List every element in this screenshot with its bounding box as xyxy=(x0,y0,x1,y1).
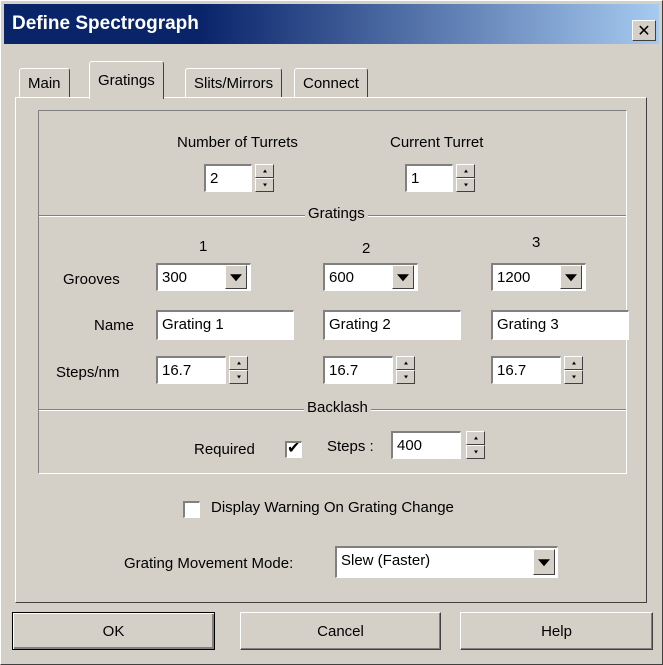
tab-slits-mirrors[interactable]: Slits/Mirrors xyxy=(185,68,283,98)
spin-up-icon xyxy=(236,361,241,365)
steps-per-nm-spinner-3[interactable] xyxy=(564,356,583,384)
backlash-steps-spinner[interactable] xyxy=(466,431,485,459)
steps-per-nm-label: Steps/nm xyxy=(56,364,120,381)
define-spectrograph-dialog: Define Spectrograph ✕ Main Gratings Slit… xyxy=(0,0,663,665)
tab-connect[interactable]: Connect xyxy=(294,68,368,98)
tab-gratings[interactable]: Gratings xyxy=(89,61,164,99)
spin-up-button[interactable] xyxy=(466,431,485,445)
steps-per-nm-input-2[interactable]: 16.7 xyxy=(323,356,393,384)
grooves-dropdown-button-1[interactable] xyxy=(225,265,247,289)
checkmark-icon: ✔ xyxy=(287,440,301,457)
current-turret-spinner[interactable] xyxy=(456,164,475,192)
tab-connect-label: Connect xyxy=(303,75,359,92)
grooves-select-3-value: 1200 xyxy=(497,269,531,286)
spin-down-button[interactable] xyxy=(564,370,583,384)
chevron-down-icon xyxy=(565,274,577,282)
gratings-section-label: Gratings xyxy=(305,205,368,222)
tab-gratings-label: Gratings xyxy=(98,72,155,89)
close-icon: ✕ xyxy=(637,22,651,40)
spin-down-icon xyxy=(236,375,241,379)
grooves-select-2-value: 600 xyxy=(329,269,355,286)
spin-down-button[interactable] xyxy=(396,370,415,384)
ok-button-label: OK xyxy=(102,622,125,640)
grating-column-1-header: 1 xyxy=(199,238,208,255)
steps-per-nm-spinner-2[interactable] xyxy=(396,356,415,384)
spin-down-button[interactable] xyxy=(229,370,248,384)
number-of-turrets-spinner[interactable] xyxy=(255,164,274,192)
chevron-down-icon xyxy=(397,274,409,282)
current-turret-label: Current Turret xyxy=(390,134,484,151)
spin-up-button[interactable] xyxy=(396,356,415,370)
movement-mode-dropdown-button[interactable] xyxy=(533,549,555,575)
grooves-select-1-value: 300 xyxy=(162,269,188,286)
grating-column-3-header: 3 xyxy=(532,234,541,251)
required-label: Required xyxy=(194,441,255,458)
display-warning-checkbox[interactable] xyxy=(183,501,200,518)
spin-up-icon xyxy=(571,361,576,365)
title-bar[interactable]: Define Spectrograph ✕ xyxy=(4,4,659,44)
spin-down-icon xyxy=(262,183,267,187)
gratings-group-box xyxy=(38,110,627,474)
current-turret-input[interactable]: 1 xyxy=(405,164,453,192)
grooves-dropdown-button-3[interactable] xyxy=(560,265,582,289)
ok-button[interactable]: OK xyxy=(12,612,215,650)
display-warning-label: Display Warning On Grating Change xyxy=(211,499,454,516)
spin-up-icon xyxy=(262,169,267,173)
tab-main[interactable]: Main xyxy=(19,68,70,98)
spin-down-icon xyxy=(463,183,468,187)
number-of-turrets-label: Number of Turrets xyxy=(177,134,298,151)
grooves-label: Grooves xyxy=(63,271,120,288)
tab-main-label: Main xyxy=(28,75,61,92)
grating-movement-mode-select[interactable]: Slew (Faster) xyxy=(335,546,558,578)
backlash-steps-input[interactable]: 400 xyxy=(391,431,461,459)
help-button-label: Help xyxy=(541,622,572,640)
spin-down-button[interactable] xyxy=(466,445,485,459)
tab-slits-mirrors-label: Slits/Mirrors xyxy=(194,75,274,92)
window-title: Define Spectrograph xyxy=(12,13,199,34)
spin-down-button[interactable] xyxy=(456,178,475,192)
steps-per-nm-input-1[interactable]: 16.7 xyxy=(156,356,226,384)
name-label: Name xyxy=(94,317,135,334)
steps-per-nm-input-3[interactable]: 16.7 xyxy=(491,356,561,384)
chevron-down-icon xyxy=(230,274,242,282)
grooves-dropdown-button-2[interactable] xyxy=(392,265,414,289)
spin-down-icon xyxy=(403,375,408,379)
spin-down-icon xyxy=(571,375,576,379)
required-checkbox[interactable]: ✔ xyxy=(285,440,302,458)
grating-name-input-1[interactable]: Grating 1 xyxy=(156,310,294,340)
spin-up-icon xyxy=(473,436,478,440)
spin-up-button[interactable] xyxy=(456,164,475,178)
spin-up-icon xyxy=(403,361,408,365)
grating-name-input-2[interactable]: Grating 2 xyxy=(323,310,461,340)
spin-up-button[interactable] xyxy=(229,356,248,370)
chevron-down-icon xyxy=(538,559,550,567)
spin-up-button[interactable] xyxy=(255,164,274,178)
grating-movement-mode-label: Grating Movement Mode: xyxy=(124,555,294,572)
spin-up-icon xyxy=(463,169,468,173)
grating-column-2-header: 2 xyxy=(362,240,371,257)
grating-movement-mode-value: Slew (Faster) xyxy=(341,552,431,569)
backlash-section-label: Backlash xyxy=(304,399,371,416)
number-of-turrets-input[interactable]: 2 xyxy=(204,164,252,192)
spin-down-icon xyxy=(473,450,478,454)
spin-up-button[interactable] xyxy=(564,356,583,370)
backlash-steps-label: Steps : xyxy=(327,438,374,455)
close-button[interactable]: ✕ xyxy=(632,20,656,41)
steps-per-nm-spinner-1[interactable] xyxy=(229,356,248,384)
grating-name-input-3[interactable]: Grating 3 xyxy=(491,310,629,340)
cancel-button-label: Cancel xyxy=(317,622,364,640)
spin-down-button[interactable] xyxy=(255,178,274,192)
help-button[interactable]: Help xyxy=(460,612,653,650)
cancel-button[interactable]: Cancel xyxy=(240,612,441,650)
